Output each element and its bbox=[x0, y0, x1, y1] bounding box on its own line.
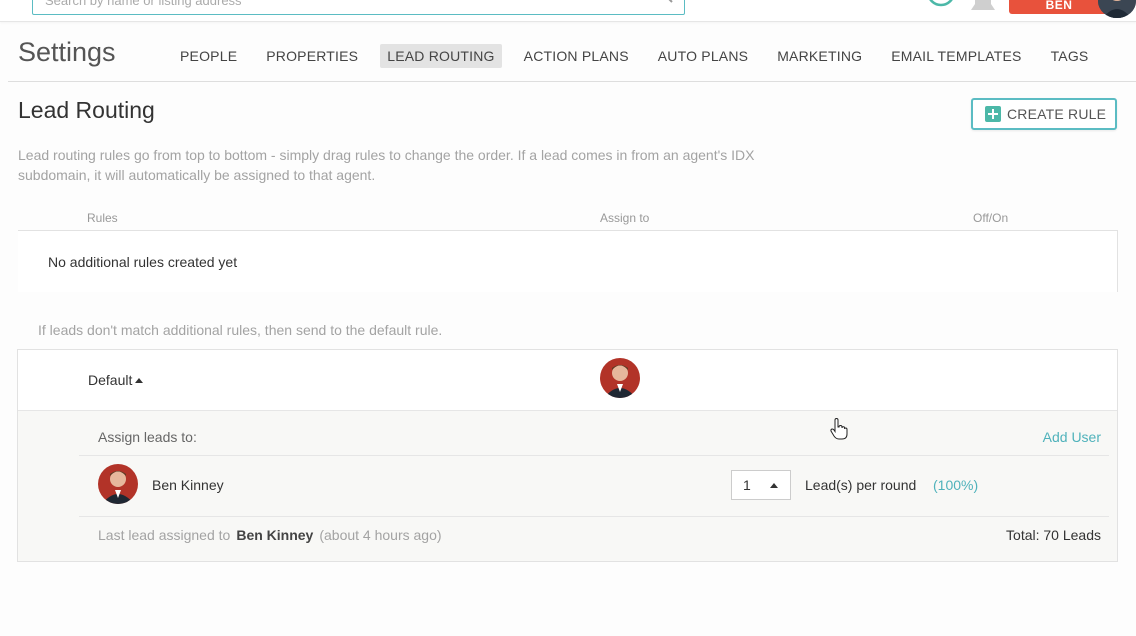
leads-per-round-select[interactable]: 1 bbox=[731, 470, 791, 500]
column-header-rules: Rules bbox=[87, 211, 118, 225]
section-title: Lead Routing bbox=[18, 97, 155, 123]
default-rule-header: Default bbox=[18, 350, 1117, 411]
hand-cursor-icon bbox=[830, 418, 848, 440]
column-header-assign-to: Assign to bbox=[600, 211, 650, 225]
rules-list: No additional rules created yet bbox=[18, 230, 1118, 292]
search-input[interactable]: Search by name or listing address bbox=[32, 0, 685, 15]
total-leads: Total: 70 Leads bbox=[1006, 527, 1101, 543]
user-name: Ben Kinney bbox=[152, 477, 224, 493]
create-rule-button[interactable]: CREATE RULE bbox=[971, 98, 1117, 130]
percentage-value: (100%) bbox=[933, 477, 979, 493]
description: Lead routing rules go from top to bottom… bbox=[18, 147, 755, 183]
user-menu-button[interactable]: BEN bbox=[1009, 0, 1109, 14]
default-rule-note: If leads don't match additional rules, t… bbox=[38, 322, 443, 338]
help-icon[interactable] bbox=[926, 0, 956, 14]
search-icon[interactable] bbox=[654, 0, 674, 5]
tab-action-plans[interactable]: ACTION PLANS bbox=[517, 44, 636, 68]
settings-tabs: PEOPLE PROPERTIES LEAD ROUTING ACTION PL… bbox=[173, 44, 1110, 68]
plus-icon bbox=[985, 106, 1001, 122]
leads-per-round-value: 1 bbox=[743, 477, 751, 493]
avatar[interactable] bbox=[1098, 0, 1136, 18]
avatar bbox=[98, 464, 138, 504]
avatar bbox=[600, 358, 640, 398]
default-rule-card: Default Assign leads to: Add User Ben Ki… bbox=[17, 349, 1118, 562]
list-item: Ben Kinney 1 Lead(s) per round (100%) bbox=[79, 455, 1109, 517]
default-rule-label: Default bbox=[88, 372, 133, 388]
bell-icon[interactable] bbox=[967, 0, 999, 14]
last-lead-time: (about 4 hours ago) bbox=[319, 527, 442, 543]
search-placeholder: Search by name or listing address bbox=[45, 0, 242, 8]
tab-marketing[interactable]: MARKETING bbox=[770, 44, 869, 68]
top-bar: Search by name or listing address BEN bbox=[0, 0, 1136, 22]
last-lead-name: Ben Kinney bbox=[236, 527, 314, 543]
add-user-link[interactable]: Add User bbox=[1043, 429, 1101, 445]
page-title: Settings bbox=[18, 37, 116, 67]
tab-auto-plans[interactable]: AUTO PLANS bbox=[651, 44, 755, 68]
empty-rules-message: No additional rules created yet bbox=[48, 254, 238, 270]
tab-tags[interactable]: TAGS bbox=[1044, 44, 1096, 68]
default-rule-toggle[interactable]: Default bbox=[88, 372, 144, 388]
tab-email-templates[interactable]: EMAIL TEMPLATES bbox=[884, 44, 1028, 68]
caret-up-icon bbox=[770, 483, 778, 488]
assign-leads-label: Assign leads to: bbox=[98, 429, 197, 445]
create-rule-label: CREATE RULE bbox=[1007, 106, 1107, 122]
caret-up-icon bbox=[135, 378, 144, 383]
per-round-label: Lead(s) per round bbox=[805, 477, 917, 493]
tab-lead-routing[interactable]: LEAD ROUTING bbox=[380, 44, 502, 68]
last-lead-prefix: Last lead assigned to bbox=[98, 527, 231, 543]
settings-header: Settings PEOPLE PROPERTIES LEAD ROUTING … bbox=[8, 30, 1136, 82]
last-lead-info: Last lead assigned to Ben Kinney (about 4 … bbox=[98, 527, 442, 543]
tab-properties[interactable]: PROPERTIES bbox=[259, 44, 365, 68]
tab-people[interactable]: PEOPLE bbox=[173, 44, 244, 68]
column-header-off-on: Off/On bbox=[973, 211, 1009, 225]
